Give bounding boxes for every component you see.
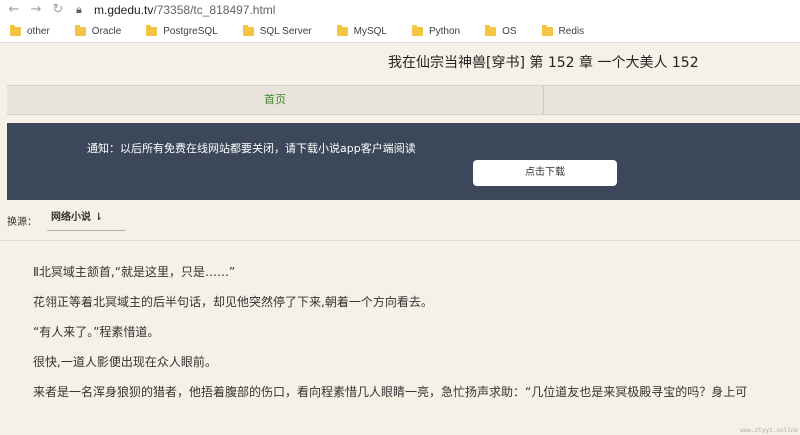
paragraph: 很快,一道人影便出现在众人眼前。 [33,355,217,369]
url-host: m.gdedu.tv [94,3,154,17]
bookmark-other[interactable]: other [10,24,50,37]
bookmark-os[interactable]: OS [485,24,517,37]
folder-icon [242,24,254,36]
bookmark-label: PostgreSQL [163,25,218,37]
paragraph: 花翎正等着北冥域主的后半句话，却见他突然停了下来,朝着一个方向看去。 [33,295,433,309]
chapter-content: Ⅱ北冥域主颔首,“就是这里，只是……” 花翎正等着北冥域主的后半句话，却见他突然… [33,264,800,414]
bookmarks-bar: other Oracle PostgreSQL SQL Server MySQL… [0,20,800,43]
paragraph: 来者是一名浑身狼狈的猎者，他捂着腹部的伤口，看向程素惜几人眼睛一亮，急忙扬声求助… [33,385,748,399]
bookmark-redis[interactable]: Redis [541,24,585,37]
bookmark-sql-server[interactable]: SQL Server [242,24,312,37]
back-arrow-icon[interactable]: ← [6,2,22,18]
divider [0,240,800,241]
page-title: 我在仙宗当神兽[穿书] 第 152 章 一个大美人 152 [388,55,699,71]
bookmark-label: MySQL [353,25,387,37]
paragraph: Ⅱ北冥域主颔首,“就是这里，只是……” [33,265,236,279]
folder-icon [10,24,21,36]
url-path: /73358/tc_818497.html [153,3,276,17]
bookmark-label: Python [428,25,461,37]
bookmark-label: Oracle [91,25,122,37]
bookmark-oracle[interactable]: Oracle [74,24,122,37]
folder-icon [336,24,348,36]
forward-arrow-icon[interactable]: → [28,2,44,18]
bookmark-postgresql[interactable]: PostgreSQL [146,24,218,37]
bookmark-mysql[interactable]: MySQL [336,24,387,37]
site-info-icon[interactable]: 🔒︎ [76,3,88,17]
notice-text: 通知：以后所有免费在线网站都要关闭，请下载小说app客户端阅读 [87,142,416,155]
bookmark-label: other [27,25,50,37]
browser-address-bar: ← → ↻ 🔒︎ m.gdedu.tv/73358/tc_818497.html [0,0,800,20]
watermark: www.ztyyz.online [740,427,798,434]
folder-icon [74,24,86,36]
download-button[interactable]: 点击下载 [473,160,617,186]
site-navbar: 首页 [7,85,800,115]
nav-home-link[interactable]: 首页 [7,86,544,114]
folder-icon [485,24,497,36]
folder-icon [411,24,423,36]
source-switcher: 换源： 网络小说 ⇂ [7,209,126,231]
bookmark-label: Redis [558,25,585,37]
folder-icon [146,24,158,36]
reload-icon[interactable]: ↻ [50,2,66,18]
notice-banner: 通知：以后所有免费在线网站都要关闭，请下载小说app客户端阅读 点击下载 [7,123,800,200]
source-label: 换源： [7,216,37,228]
bookmark-label: OS [502,25,517,37]
source-select[interactable]: 网络小说 ⇂ [47,209,126,231]
bookmark-python[interactable]: Python [411,24,461,37]
folder-icon [541,24,553,36]
url-field[interactable]: m.gdedu.tv/73358/tc_818497.html [94,3,275,17]
paragraph: “有人来了。”程素惜道。 [33,325,160,339]
bookmark-label: SQL Server [259,25,312,37]
